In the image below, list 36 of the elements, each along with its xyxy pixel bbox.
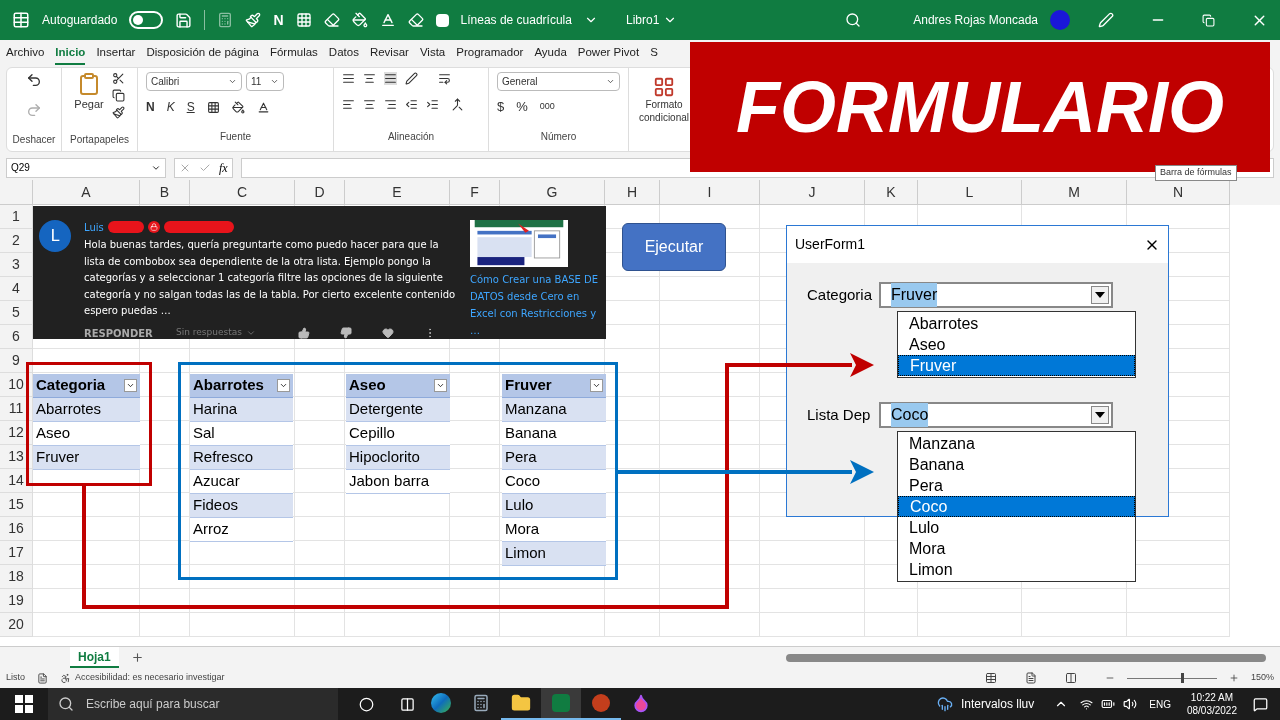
- table-cell: Hipoclorito: [346, 446, 450, 470]
- avatar: L: [39, 220, 71, 252]
- table-cell: Lulo: [502, 494, 606, 518]
- user-name: Andres Rojas Moncada: [913, 12, 1038, 29]
- table-header-cell: Abarrotes: [190, 374, 293, 398]
- group-label: Número: [540, 131, 577, 142]
- table-cell: Cepillo: [346, 422, 450, 446]
- autosave-label: Autoguardado: [42, 12, 118, 29]
- table-header-cell: Categoria: [33, 374, 140, 398]
- table-cell: Pera: [502, 446, 606, 470]
- group-label: Fuente: [219, 131, 252, 142]
- table-header-cell: Aseo: [346, 374, 450, 398]
- group-label: Alineación: [387, 131, 435, 142]
- status-text: Listo: [6, 671, 25, 685]
- table-cell: Limon: [502, 542, 606, 566]
- tooltip: Barra de fórmulas: [1155, 165, 1237, 181]
- field-label: Lista Dep: [806, 404, 872, 425]
- table-cell: Jabon barra: [346, 470, 450, 494]
- table-cell: Abarrotes: [33, 398, 140, 422]
- table-cell: Mora: [502, 518, 606, 542]
- group-label: Portapapeles: [70, 133, 129, 147]
- table-cell: Refresco: [190, 446, 293, 470]
- window-title: UserForm1: [795, 235, 865, 254]
- table-cell: Fruver: [33, 446, 140, 470]
- table-cell: Manzana: [502, 398, 606, 422]
- group-label: Deshacer: [12, 133, 56, 147]
- field-label: Categoria: [806, 284, 874, 305]
- comment-text: Hola buenas tardes, quería preguntarte como puedo hacer para que la lista de combobox sea dependiente de la otra lista. Ejemplo pongo la categorías y a seleccionar 1 categoría filtre las opciones de la siguiente categoría y no salgan todas las de la tabla. Por cierto excelente contenido espero puedas …: [84, 238, 456, 318]
- table-cell: Banana: [502, 422, 606, 446]
- table-cell: Aseo: [33, 422, 140, 446]
- table-cell: Harina: [190, 398, 293, 422]
- table-header-cell: Fruver: [502, 374, 606, 398]
- table-cell: Detergente: [346, 398, 450, 422]
- table-cell: Coco: [502, 470, 606, 494]
- gridlines-label: Líneas de cuadrícula: [460, 12, 572, 29]
- table-cell: Fideos: [190, 494, 293, 518]
